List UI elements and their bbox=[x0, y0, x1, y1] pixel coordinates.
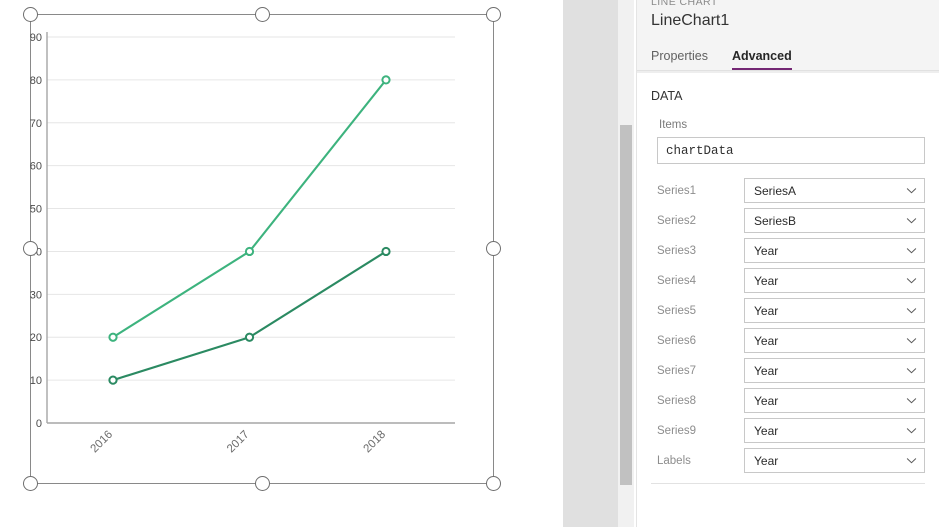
panel-bottom-divider bbox=[651, 483, 925, 484]
section-title-data: DATA bbox=[651, 89, 683, 103]
svg-text:2016: 2016 bbox=[89, 429, 116, 456]
svg-text:0: 0 bbox=[36, 418, 42, 430]
svg-text:20: 20 bbox=[30, 332, 42, 344]
dropdown-series1[interactable]: SeriesA bbox=[744, 178, 925, 203]
dropdown-value: Year bbox=[754, 333, 779, 348]
dropdown-labels[interactable]: Year bbox=[744, 448, 925, 473]
selection-handle-bottom-left[interactable] bbox=[23, 476, 38, 491]
field-label: Series3 bbox=[657, 244, 696, 257]
series-field-list: Series1 SeriesA Series2 SeriesB Series3 Year S… bbox=[651, 178, 925, 473]
selection-handle-bottom-center[interactable] bbox=[255, 476, 270, 491]
chevron-down-icon bbox=[906, 365, 917, 376]
dropdown-value: Year bbox=[754, 273, 779, 288]
chevron-down-icon bbox=[906, 395, 917, 406]
chart-axes bbox=[46, 32, 455, 424]
chevron-down-icon bbox=[906, 305, 917, 316]
dropdown-value: Year bbox=[754, 393, 779, 408]
svg-text:70: 70 bbox=[30, 118, 42, 130]
dropdown-series9[interactable]: Year bbox=[744, 418, 925, 443]
dropdown-series2[interactable]: SeriesB bbox=[744, 208, 925, 233]
field-row: Series8 Year bbox=[651, 388, 925, 413]
svg-text:50: 50 bbox=[30, 204, 42, 216]
svg-text:80: 80 bbox=[30, 75, 42, 87]
dropdown-series7[interactable]: Year bbox=[744, 358, 925, 383]
selection-handle-middle-left[interactable] bbox=[23, 241, 38, 256]
chevron-down-icon bbox=[906, 455, 917, 466]
dropdown-series5[interactable]: Year bbox=[744, 298, 925, 323]
dropdown-series4[interactable]: Year bbox=[744, 268, 925, 293]
chart-y-axis-labels: 0102030405060708090 bbox=[30, 32, 42, 430]
selection-handle-top-center[interactable] bbox=[255, 7, 270, 22]
selection-handle-bottom-right[interactable] bbox=[486, 476, 501, 491]
field-row: Series2 SeriesB bbox=[651, 208, 925, 233]
field-label: Series4 bbox=[657, 274, 696, 287]
panel-header: LINE CHART LineChart1 Properties Advance… bbox=[637, 0, 939, 70]
chevron-down-icon bbox=[906, 275, 917, 286]
field-row: Series3 Year bbox=[651, 238, 925, 263]
svg-text:90: 90 bbox=[30, 32, 42, 44]
tab-properties[interactable]: Properties bbox=[651, 49, 708, 70]
dropdown-series6[interactable]: Year bbox=[744, 328, 925, 353]
field-row: Series5 Year bbox=[651, 298, 925, 323]
items-formula-value: chartData bbox=[666, 143, 734, 158]
panel-control-name: LineChart1 bbox=[651, 12, 730, 29]
dropdown-series8[interactable]: Year bbox=[744, 388, 925, 413]
svg-text:2017: 2017 bbox=[225, 429, 252, 456]
tab-advanced[interactable]: Advanced bbox=[731, 49, 792, 70]
items-field-label: Items bbox=[659, 119, 688, 131]
selection-handle-middle-right[interactable] bbox=[486, 241, 501, 256]
selection-handle-top-right[interactable] bbox=[486, 7, 501, 22]
field-label: Series1 bbox=[657, 184, 696, 197]
field-label: Series6 bbox=[657, 334, 696, 347]
panel-body: DATA Items chartData Series1 SeriesA Serie… bbox=[637, 73, 939, 484]
properties-panel: LINE CHART LineChart1 Properties Advance… bbox=[636, 0, 939, 527]
svg-text:60: 60 bbox=[30, 161, 42, 173]
chevron-down-icon bbox=[906, 335, 917, 346]
dropdown-value: Year bbox=[754, 243, 779, 258]
svg-text:2018: 2018 bbox=[362, 429, 389, 456]
panel-control-type: LINE CHART bbox=[651, 0, 718, 8]
field-row: Series6 Year bbox=[651, 328, 925, 353]
field-label: Series7 bbox=[657, 364, 696, 377]
field-row: Series1 SeriesA bbox=[651, 178, 925, 203]
chevron-down-icon bbox=[906, 245, 917, 256]
dropdown-value: Year bbox=[754, 303, 779, 318]
line-chart[interactable]: 0102030405060708090 201620172018 bbox=[0, 0, 563, 527]
dropdown-value: SeriesB bbox=[754, 213, 797, 228]
chevron-down-icon bbox=[906, 185, 917, 196]
right-shell: LINE CHART LineChart1 Properties Advance… bbox=[563, 0, 939, 527]
field-row: Series7 Year bbox=[651, 358, 925, 383]
field-label: Series5 bbox=[657, 304, 696, 317]
dropdown-value: Year bbox=[754, 453, 779, 468]
field-row: Labels Year bbox=[651, 448, 925, 473]
items-formula-field[interactable]: chartData bbox=[657, 137, 925, 164]
dropdown-value: Year bbox=[754, 423, 779, 438]
dropdown-value: SeriesA bbox=[754, 183, 797, 198]
field-label: Series8 bbox=[657, 394, 696, 407]
selection-handle-top-left[interactable] bbox=[23, 7, 38, 22]
panel-scrollbar-track[interactable] bbox=[618, 0, 634, 527]
svg-text:30: 30 bbox=[30, 289, 42, 301]
svg-text:10: 10 bbox=[30, 375, 42, 387]
chevron-down-icon bbox=[906, 215, 917, 226]
chevron-down-icon bbox=[906, 425, 917, 436]
chart-gridlines bbox=[47, 36, 455, 381]
field-row: Series9 Year bbox=[651, 418, 925, 443]
field-label: Labels bbox=[657, 454, 691, 467]
field-label: Series9 bbox=[657, 424, 696, 437]
panel-scrollbar-thumb[interactable] bbox=[620, 125, 632, 485]
panel-tabs: Properties Advanced bbox=[651, 49, 792, 70]
field-row: Series4 Year bbox=[651, 268, 925, 293]
chart-x-axis-labels: 2016 2017 2018 bbox=[89, 429, 389, 456]
dropdown-value: Year bbox=[754, 363, 779, 378]
dropdown-series3[interactable]: Year bbox=[744, 238, 925, 263]
chart-canvas-area: 0102030405060708090 201620172018 bbox=[0, 0, 563, 527]
canvas-gutter bbox=[563, 0, 618, 527]
field-label: Series2 bbox=[657, 214, 696, 227]
